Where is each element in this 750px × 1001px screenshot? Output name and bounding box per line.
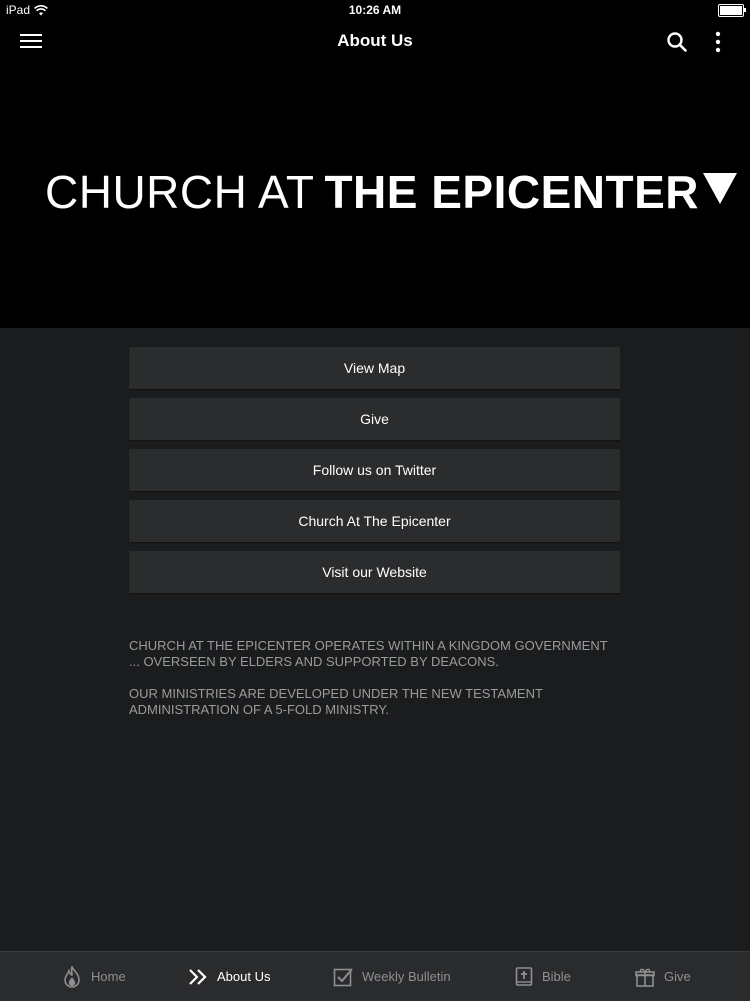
more-vertical-icon[interactable] [708,30,728,54]
description-paragraph: OUR MINISTRIES ARE DEVELOPED UNDER THE N… [129,686,543,717]
give-button[interactable]: Give [129,398,620,440]
app-bar: About Us [0,22,750,62]
page-title: About Us [337,31,413,50]
tab-bible[interactable]: Bible [515,952,571,1001]
tab-label: Weekly Bulletin [362,969,451,984]
tab-label: Home [91,969,126,984]
checkbox-icon [333,967,353,986]
church-logo: CHURCH AT THE EPICENTER [45,169,737,215]
tab-home[interactable]: Home [62,952,126,1001]
status-right [718,4,746,17]
status-time: 10:26 AM [348,3,402,17]
website-button[interactable]: Visit our Website [129,551,620,593]
double-chevron-right-icon [189,968,207,985]
bible-icon [515,966,533,986]
logo-text-bold: THE EPICENTER [324,166,699,218]
tab-label: Bible [542,969,571,984]
logo-text-light: CHURCH AT [45,166,315,218]
main-content: View Map Give Follow us on Twitter Churc… [0,328,750,951]
tab-bar: Home About Us Weekly Bulletin Bible Give [0,951,750,1001]
flame-icon [64,965,80,988]
battery-icon [718,4,746,17]
tab-give[interactable]: Give [635,952,691,1001]
tab-weekly-bulletin[interactable]: Weekly Bulletin [333,952,451,1001]
gift-icon [635,968,655,987]
tab-label: Give [664,969,691,984]
status-bar: iPad 10:26 AM [0,0,750,22]
button-list: View Map Give Follow us on Twitter Churc… [129,347,620,602]
hero-banner: CHURCH AT THE EPICENTER [0,62,750,328]
triangle-icon [702,173,737,204]
tab-about-us[interactable]: About Us [188,952,270,1001]
description-paragraph: CHURCH AT THE EPICENTER OPERATES WITHIN … [129,638,608,669]
twitter-button[interactable]: Follow us on Twitter [129,449,620,491]
tab-label: About Us [217,969,271,984]
search-icon[interactable] [666,31,688,53]
about-description: CHURCH AT THE EPICENTER OPERATES WITHIN … [129,638,619,734]
church-button[interactable]: Church At The Epicenter [129,500,620,542]
view-map-button[interactable]: View Map [129,347,620,389]
